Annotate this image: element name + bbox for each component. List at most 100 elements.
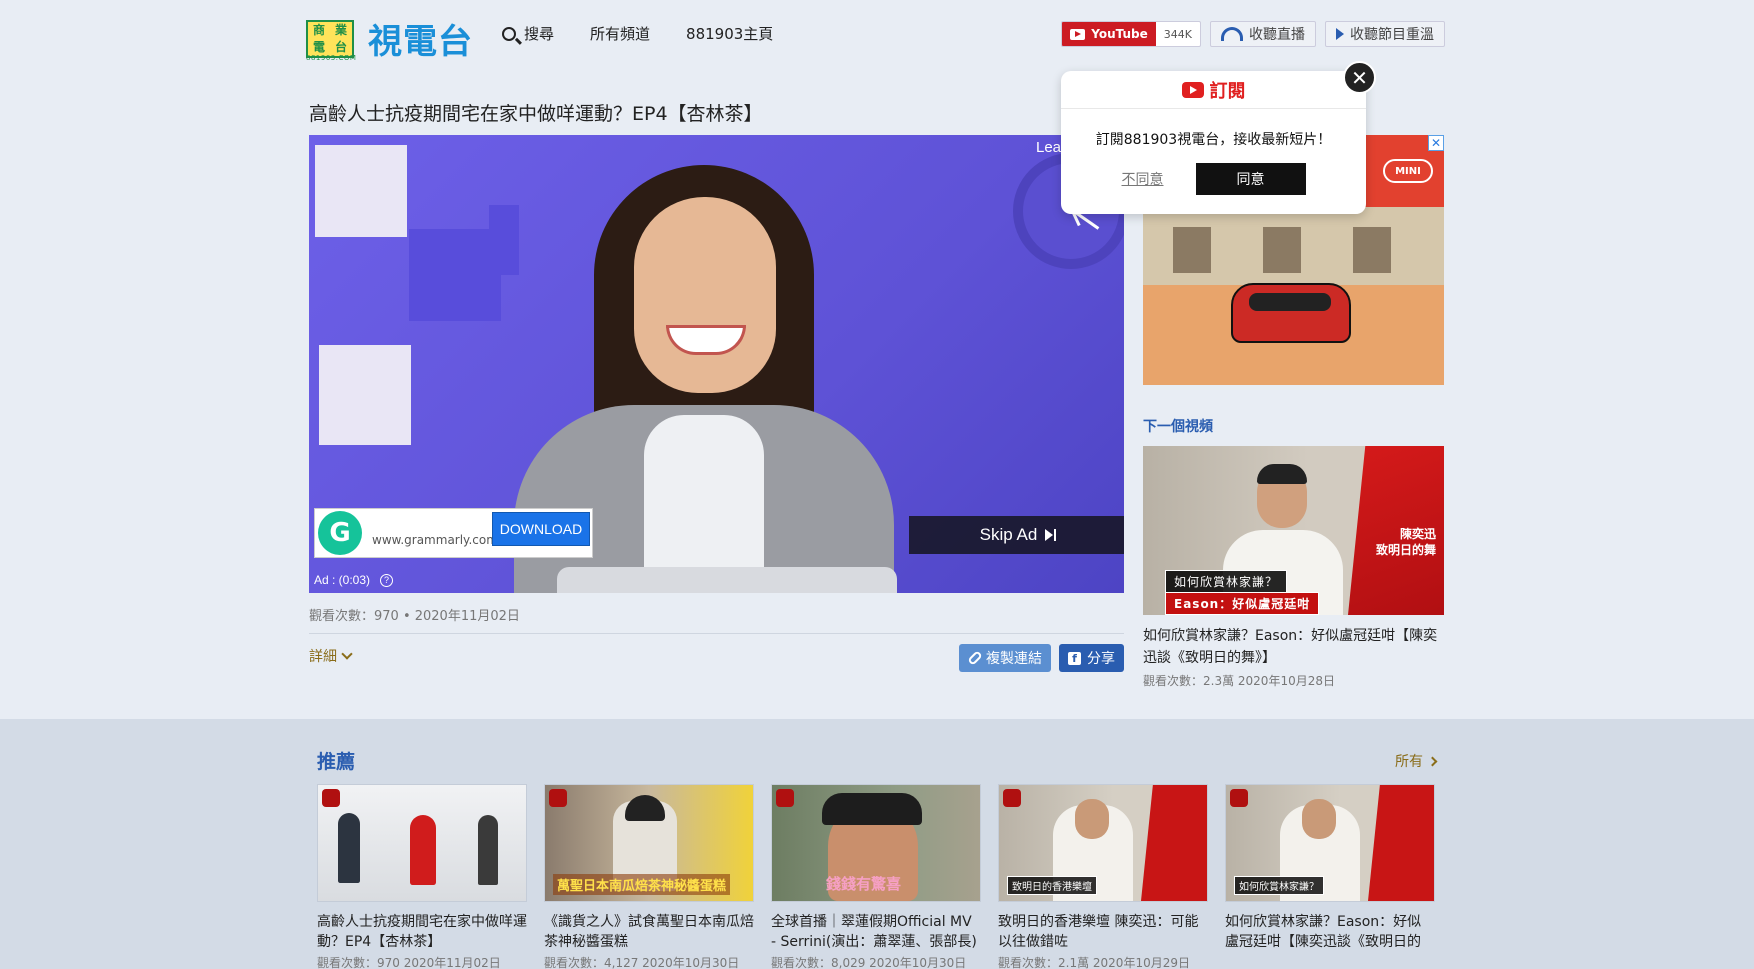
thumb-red-panel <box>1368 785 1434 901</box>
video-meta: 觀看次數：970 • 2020年11月02日 <box>309 609 520 624</box>
thumb-caption: Eason：好似盧冠廷咁 <box>1165 592 1320 615</box>
listen-live-label: 收聽直播 <box>1249 27 1305 43</box>
nav-search[interactable]: 搜尋 <box>502 23 554 44</box>
thumb-figure <box>822 793 922 825</box>
next-video-heading: 下一個視頻 <box>1143 419 1213 435</box>
popup-header: 訂閱 <box>1061 71 1366 109</box>
recommended-meta: 觀看次數：4,127 2020年10月30日 <box>544 956 740 969</box>
nav-home-label: 881903主頁 <box>686 25 774 43</box>
share-label: 分享 <box>1087 651 1115 667</box>
thumb-figure <box>410 815 436 885</box>
see-all-label: 所有 <box>1395 754 1423 770</box>
recommended-list: 高齡人士抗疫期間宅在家中做咩運動？EP4【杏林茶】 觀看次數：970 2020年… <box>317 784 1435 969</box>
logo-char: 電 <box>312 39 325 54</box>
see-all-link[interactable]: 所有 <box>1395 751 1438 771</box>
recommended-title[interactable]: 致明日的香港樂壇 陳奕迅：可能以往做錯咗 <box>998 912 1208 952</box>
mini-logo: MINI <box>1383 159 1433 183</box>
thumb-caption: 如何欣賞林家謙？ <box>1234 876 1324 895</box>
nav-all-channels[interactable]: 所有頻道 <box>590 23 650 44</box>
site-logo[interactable]: 商 業 電 台 881903.COM 視電台 <box>306 14 473 63</box>
decline-button[interactable]: 不同意 <box>1122 165 1164 193</box>
nav-881903-home[interactable]: 881903主頁 <box>686 23 773 44</box>
skip-ad-button[interactable]: Skip Ad <box>909 516 1124 554</box>
listen-replay-button[interactable]: 收聽節目重溫 <box>1325 21 1445 47</box>
ad-learn-more-text[interactable]: Lea <box>1036 139 1061 156</box>
thumb-side-line: 致明日的舞 <box>1375 543 1436 557</box>
thumb-figure <box>1302 799 1336 839</box>
thumb-side-title: 陳奕迅 致明日的舞 <box>1376 526 1436 558</box>
recommended-heading: 推薦 <box>317 751 356 773</box>
channel-sticker <box>322 789 340 807</box>
recommended-title[interactable]: 高齡人士抗疫期間宅在家中做咩運動？EP4【杏林茶】 <box>317 912 527 952</box>
details-label: 詳細 <box>309 649 337 665</box>
divider <box>309 633 1124 634</box>
decor-cube <box>319 345 411 445</box>
recommended-card[interactable]: 高齡人士抗疫期間宅在家中做咩運動？EP4【杏林茶】 觀看次數：970 2020年… <box>317 784 527 969</box>
logo-char: 業 <box>334 22 347 37</box>
recommended-thumbnail[interactable]: 如何欣賞林家謙？ <box>1225 784 1435 902</box>
copy-link-button[interactable]: 複製連結 <box>959 644 1051 672</box>
recommended-thumbnail[interactable] <box>317 784 527 902</box>
channel-sticker <box>776 789 794 807</box>
logo-text: 視電台 <box>368 22 473 62</box>
youtube-button-left: YouTube <box>1062 22 1156 46</box>
thumb-figure <box>478 815 498 885</box>
decor-cube <box>315 145 407 237</box>
close-icon[interactable]: ✕ <box>1343 61 1376 94</box>
video-player[interactable]: Lea G www.grammarly.com DOWNLOAD Skip Ad… <box>309 135 1124 593</box>
header-actions: YouTube 344K 收聽直播 收聽節目重溫 <box>1061 21 1445 47</box>
ad-url: www.grammarly.com <box>372 533 498 547</box>
recommended-title[interactable]: 如何欣賞林家謙？Eason：好似盧冠廷咁【陳奕迅談《致明日的舞》】 <box>1225 912 1435 952</box>
recommended-card[interactable]: 錢錢有驚喜 全球首播｜翠蓮假期Official MV - Serrini(演出：… <box>771 784 981 969</box>
ad-download-button[interactable]: DOWNLOAD <box>492 512 590 546</box>
youtube-icon <box>1070 28 1086 40</box>
grammarly-logo-icon: G <box>318 511 362 555</box>
recommended-title[interactable]: 《識貨之人》試食萬聖日本南瓜焙茶神秘醬蛋糕 <box>544 912 754 952</box>
recommended-thumbnail[interactable]: 致明日的香港樂壇 <box>998 784 1208 902</box>
popup-message: 訂閱881903視電台，接收最新短片！ <box>1095 132 1332 148</box>
recommended-title[interactable]: 全球首播｜翠蓮假期Official MV - Serrini(演出：蕭翠蓮、張部… <box>771 912 981 952</box>
ad-window <box>1263 227 1301 273</box>
thumb-side-line: 陳奕迅 <box>1399 527 1436 541</box>
facebook-icon: f <box>1068 651 1081 665</box>
listen-live-button[interactable]: 收聽直播 <box>1210 21 1316 47</box>
ad-close-icon[interactable]: ✕ <box>1428 135 1444 151</box>
help-icon[interactable]: ? <box>380 573 394 587</box>
recommended-meta: 觀看次數：2.1萬 2020年10月29日 <box>998 956 1190 969</box>
video-title: 高齡人士抗疫期間宅在家中做咩運動？EP4【杏林茶】 <box>309 103 763 125</box>
laptop-image <box>557 567 897 593</box>
accept-button[interactable]: 同意 <box>1195 163 1306 195</box>
ad-window <box>1353 227 1391 273</box>
youtube-subscribe-button[interactable]: YouTube 344K <box>1061 21 1201 47</box>
thumb-caption: 致明日的香港樂壇 <box>1007 876 1097 895</box>
ad-timer-label: Ad : (0:03) <box>314 573 371 587</box>
ad-companion-banner[interactable]: G www.grammarly.com DOWNLOAD <box>314 508 593 558</box>
recommended-thumbnail[interactable]: 錢錢有驚喜 <box>771 784 981 902</box>
share-actions: 複製連結 f 分享 <box>959 644 1124 672</box>
chevron-right-icon <box>1427 756 1438 766</box>
thumb-figure <box>1075 799 1109 839</box>
decor-cube <box>409 229 501 321</box>
recommended-thumbnail[interactable]: 萬聖日本南瓜焙茶神秘醬蛋糕 <box>544 784 754 902</box>
site-header: 商 業 電 台 881903.COM 視電台 搜尋 所有頻道 881903主頁 … <box>0 0 1754 66</box>
next-video-title[interactable]: 如何欣賞林家謙？Eason：好似盧冠廷咁【陳奕迅談《致明日的舞》】 <box>1143 625 1445 669</box>
recommended-card[interactable]: 萬聖日本南瓜焙茶神秘醬蛋糕 《識貨之人》試食萬聖日本南瓜焙茶神秘醬蛋糕 觀看次數… <box>544 784 754 969</box>
youtube-label: YouTube <box>1091 27 1148 41</box>
recommended-card[interactable]: 致明日的香港樂壇 致明日的香港樂壇 陳奕迅：可能以往做錯咗 觀看次數：2.1萬 … <box>998 784 1208 969</box>
nav-channels-label: 所有頻道 <box>590 25 651 43</box>
facebook-share-button[interactable]: f 分享 <box>1059 644 1124 672</box>
recommended-card[interactable]: 如何欣賞林家謙？ 如何欣賞林家謙？Eason：好似盧冠廷咁【陳奕迅談《致明日的舞… <box>1225 784 1435 969</box>
search-icon <box>502 26 516 41</box>
presenter-face <box>634 197 776 393</box>
skip-next-icon <box>1045 529 1057 541</box>
nav-search-label: 搜尋 <box>524 25 555 43</box>
next-video-thumbnail[interactable]: 陳奕迅 致明日的舞 如何欣賞林家謙？ Eason：好似盧冠廷咁 <box>1143 446 1444 615</box>
copy-link-label: 複製連結 <box>986 651 1042 667</box>
youtube-subscriber-count: 344K <box>1163 27 1192 41</box>
logo-char: 台 <box>334 39 347 54</box>
channel-sticker <box>1230 789 1248 807</box>
skip-ad-label: Skip Ad <box>979 525 1038 544</box>
details-toggle[interactable]: 詳細 <box>309 646 353 666</box>
recommended-meta: 觀看次數：8,029 2020年10月30日 <box>771 956 967 969</box>
ad-timer: Ad : (0:03) ? <box>314 573 394 587</box>
